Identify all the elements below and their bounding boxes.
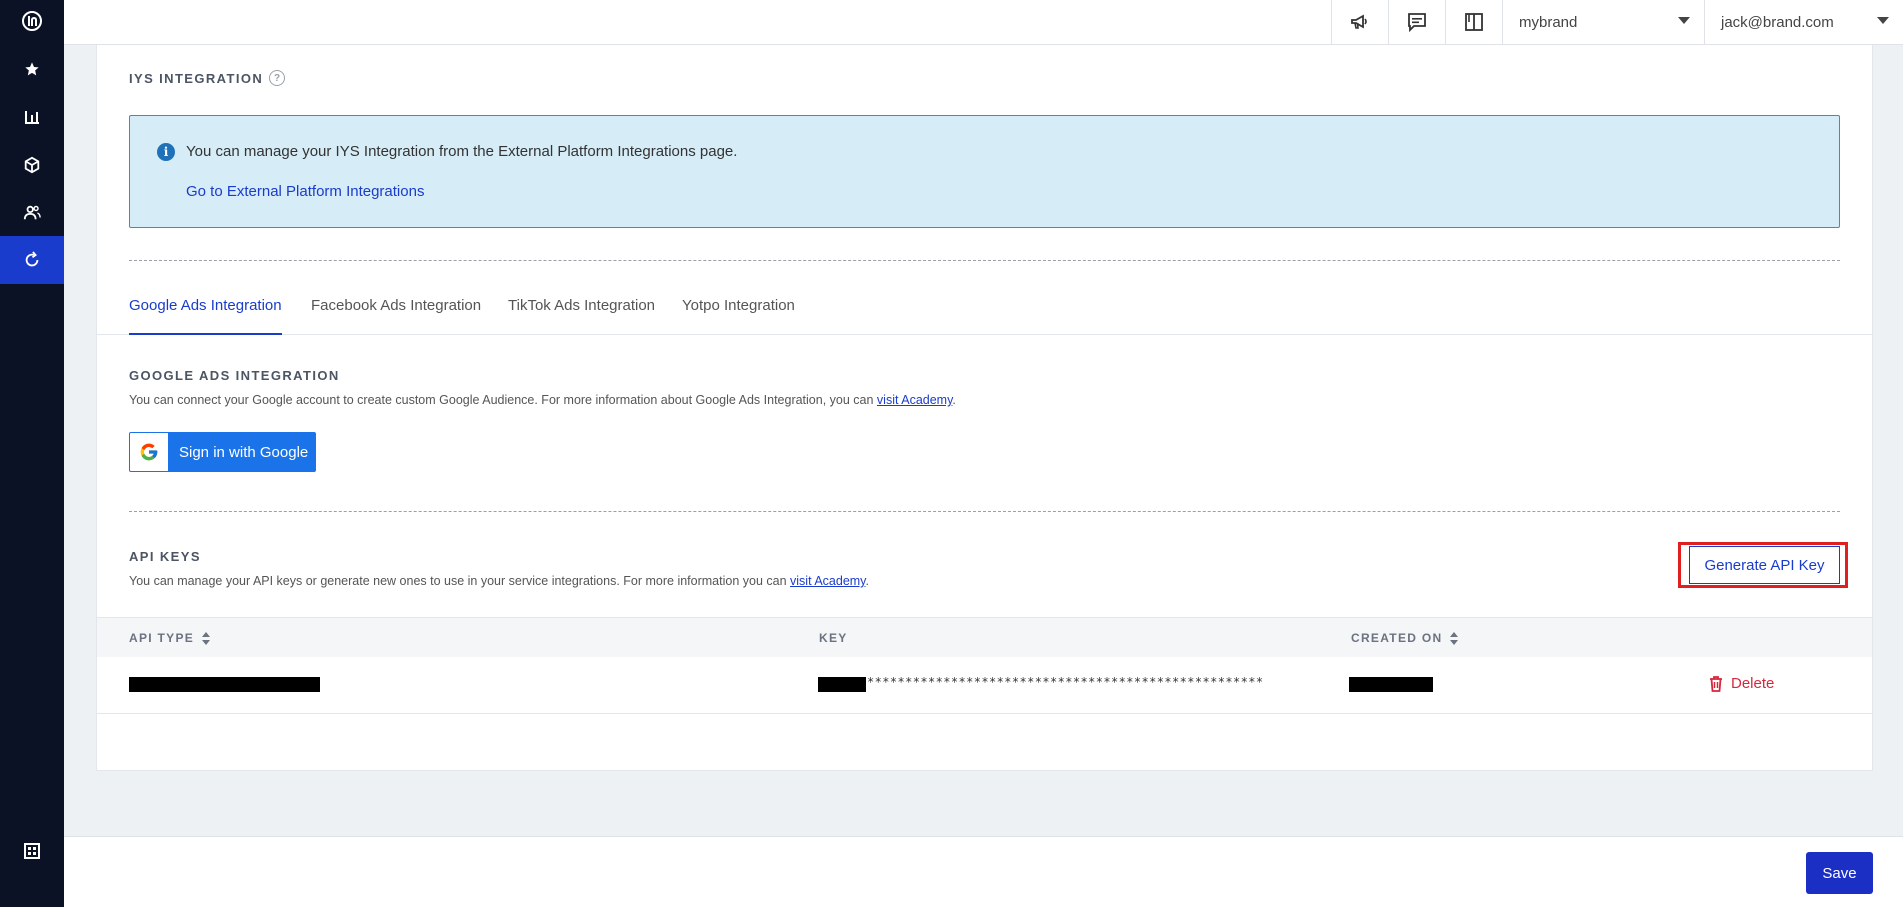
- user-select-value: jack@brand.com: [1721, 13, 1834, 31]
- api-keys-desc-text: You can manage your API keys or generate…: [129, 574, 791, 588]
- tab-facebook-ads[interactable]: Facebook Ads Integration: [311, 297, 481, 335]
- integration-tabs: Google Ads Integration Facebook Ads Inte…: [96, 285, 1873, 335]
- generate-api-key-button[interactable]: Generate API Key: [1689, 546, 1840, 584]
- sign-in-with-google-button[interactable]: Sign in with Google: [129, 432, 316, 472]
- google-ads-description: You can connect your Google account to c…: [129, 393, 956, 407]
- sign-in-label: Sign in with Google: [179, 443, 309, 461]
- info-alert: i You can manage your IYS Integration fr…: [129, 115, 1840, 228]
- redacted-api-type: [129, 677, 320, 692]
- book-icon[interactable]: [1445, 0, 1502, 44]
- delete-label: Delete: [1731, 675, 1775, 692]
- info-text: You can manage your IYS Integration from…: [186, 143, 738, 160]
- divider: [129, 260, 1840, 261]
- delete-button[interactable]: Delete: [1709, 675, 1774, 692]
- column-api-type-label: API TYPE: [129, 631, 195, 645]
- insider-logo-icon[interactable]: [0, 0, 64, 42]
- api-keys-description: You can manage your API keys or generate…: [129, 574, 869, 588]
- tab-tiktok-ads[interactable]: TikTok Ads Integration: [508, 297, 655, 335]
- megaphone-icon[interactable]: [1331, 0, 1388, 44]
- google-ads-section-title: GOOGLE ADS INTEGRATION: [129, 368, 340, 383]
- tab-yotpo[interactable]: Yotpo Integration: [682, 297, 795, 335]
- column-api-type[interactable]: API TYPE: [129, 631, 211, 645]
- google-icon: [130, 433, 168, 471]
- user-select[interactable]: jack@brand.com: [1704, 0, 1903, 44]
- divider: [129, 511, 1840, 512]
- iys-section-title: IYS INTEGRATION: [129, 71, 264, 86]
- sidebar: [0, 0, 64, 907]
- redacted-created-on: [1349, 677, 1433, 692]
- help-icon[interactable]: ?: [269, 70, 285, 86]
- trash-icon: [1710, 675, 1722, 692]
- tab-google-ads[interactable]: Google Ads Integration: [129, 297, 282, 335]
- cube-icon[interactable]: [0, 141, 64, 189]
- sort-icon: [202, 631, 211, 645]
- brand-select-value: mybrand: [1519, 13, 1578, 31]
- api-keys-section-title: API KEYS: [129, 549, 201, 564]
- apps-grid-icon[interactable]: [0, 827, 64, 875]
- brand-select[interactable]: mybrand: [1502, 0, 1704, 44]
- google-ads-desc-text: You can connect your Google account to c…: [129, 393, 877, 407]
- column-created-on-label: CREATED ON: [1351, 631, 1443, 645]
- sort-icon: [1450, 631, 1459, 645]
- masked-key: ****************************************…: [867, 675, 1264, 689]
- column-created-on[interactable]: CREATED ON: [1351, 631, 1459, 645]
- external-integrations-link[interactable]: Go to External Platform Integrations: [186, 183, 424, 200]
- chevron-down-icon: [1877, 17, 1889, 24]
- bar-chart-icon[interactable]: [0, 93, 64, 141]
- footer-bar: [64, 836, 1903, 907]
- refresh-icon[interactable]: [0, 236, 64, 284]
- google-ads-desc-end: .: [952, 393, 956, 407]
- chevron-down-icon: [1678, 17, 1690, 24]
- chat-icon[interactable]: [1388, 0, 1445, 44]
- api-keys-desc-end: .: [865, 574, 869, 588]
- users-icon[interactable]: [0, 189, 64, 237]
- table-row: ****************************************…: [97, 657, 1872, 714]
- star-icon[interactable]: [0, 45, 64, 93]
- visit-academy-link[interactable]: visit Academy: [790, 574, 866, 588]
- column-key: KEY: [819, 631, 848, 645]
- save-button[interactable]: Save: [1806, 852, 1873, 894]
- table-header: API TYPE KEY CREATED ON: [97, 617, 1872, 657]
- column-key-label: KEY: [819, 631, 848, 645]
- topbar: mybrand jack@brand.com: [64, 0, 1903, 45]
- info-icon: i: [157, 143, 175, 161]
- redacted-key-prefix: [818, 677, 866, 692]
- visit-academy-link[interactable]: visit Academy: [877, 393, 953, 407]
